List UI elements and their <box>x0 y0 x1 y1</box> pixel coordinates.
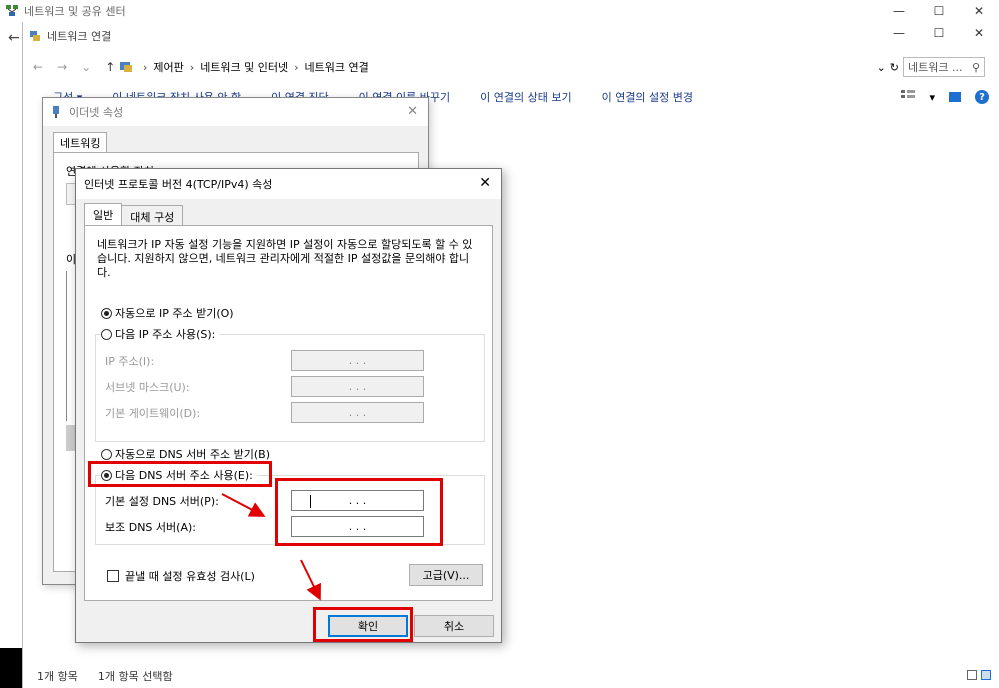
forward-nav-icon[interactable]: → <box>57 60 67 74</box>
ethernet-titlebar: 이더넷 속성 <box>43 98 428 126</box>
alternate-dns-label: 보조 DNS 서버(A): <box>105 520 196 534</box>
back-window-titlebar: 네트워크 및 공유 센터 <box>0 0 999 22</box>
refresh-icon[interactable]: ↻ <box>890 61 899 74</box>
explorer-titlebar: 네트워크 연결 <box>23 22 999 50</box>
back-window-title: 네트워크 및 공유 센터 <box>24 5 126 18</box>
validate-label: 끝낼 때 설정 유효성 검사(L) <box>125 570 255 583</box>
alternate-dns-row: 보조 DNS 서버(A): . . . <box>105 516 424 537</box>
preferred-dns-label: 기본 설정 DNS 서버(P): <box>105 494 219 508</box>
explorer-title: 네트워크 연결 <box>47 30 112 43</box>
ip-manual-radio[interactable]: 다음 IP 주소 사용(S): <box>101 326 220 342</box>
ip-address-field[interactable]: . . . <box>291 350 424 371</box>
view-status-button[interactable]: 이 연결의 상태 보기 <box>480 89 571 105</box>
maximize-button[interactable]: ☐ <box>919 0 959 22</box>
view-switcher <box>967 670 991 680</box>
default-gateway-row: 기본 게이트웨이(D): . . . <box>105 402 424 423</box>
breadcrumb-separator: › <box>294 60 299 74</box>
subnet-mask-field[interactable]: . . . <box>291 376 424 397</box>
dns-manual-radio[interactable]: 다음 DNS 서버 주소 사용(E): <box>101 467 257 483</box>
search-input[interactable]: 네트워크 ... ⚲ <box>903 57 985 77</box>
breadcrumb[interactable]: › 제어판 › 네트워크 및 인터넷 › 네트워크 연결 <box>119 59 877 75</box>
change-settings-button[interactable]: 이 연결의 설정 변경 <box>602 89 693 105</box>
back-arrow-icon[interactable]: ← <box>8 30 20 46</box>
ip-auto-radio-indicator[interactable] <box>101 307 112 319</box>
close-icon[interactable]: ✕ <box>479 175 491 191</box>
dns-manual-radio-indicator[interactable] <box>101 469 112 481</box>
close-button[interactable]: ✕ <box>959 0 999 22</box>
dns-auto-radio-indicator[interactable] <box>101 448 112 460</box>
breadcrumb-item-network-connections[interactable]: 네트워크 연결 <box>305 59 369 75</box>
ethernet-icon <box>51 106 63 118</box>
help-icon[interactable]: ? <box>975 90 989 104</box>
search-icon[interactable]: ⚲ <box>972 61 980 74</box>
ipv4-general-panel: 네트워크가 IP 자동 설정 기능을 지원하면 IP 설정이 자동으로 할당되도… <box>84 225 493 601</box>
up-nav-icon[interactable]: ↑ <box>105 60 115 74</box>
back-nav-icon[interactable]: ← <box>33 60 43 74</box>
tab-general[interactable]: 일반 <box>84 203 123 225</box>
selected-count: 1개 항목 선택함 <box>97 670 173 683</box>
large-icons-view-icon[interactable] <box>981 670 991 680</box>
view-dropdown-icon[interactable]: ▾ <box>929 91 935 104</box>
default-gateway-field[interactable]: . . . <box>291 402 424 423</box>
ip-address-row: IP 주소(I): . . . <box>105 350 424 371</box>
preferred-dns-field[interactable]: . . . <box>291 490 424 511</box>
preview-pane-icon[interactable] <box>949 92 961 102</box>
desktop-edge <box>0 648 22 688</box>
close-icon[interactable]: ✕ <box>407 104 418 119</box>
explorer-caption-buttons: — ☐ ✕ <box>879 22 999 44</box>
ipv4-properties-dialog: 인터넷 프로토콜 버전 4(TCP/IPv4) 속성 ✕ 일반 대체 구성 네트… <box>75 168 502 643</box>
minimize-button[interactable]: — <box>879 22 919 44</box>
ip-auto-label: 자동으로 IP 주소 받기(O) <box>115 307 234 320</box>
ipv4-title: 인터넷 프로토콜 버전 4(TCP/IPv4) 속성 <box>84 178 273 191</box>
dns-manual-label: 다음 DNS 서버 주소 사용(E): <box>115 469 253 482</box>
ip-address-label: IP 주소(I): <box>105 354 155 368</box>
address-dropdown-icon[interactable]: ⌄ <box>877 61 886 74</box>
breadcrumb-item-control-panel[interactable]: 제어판 <box>153 59 183 75</box>
description-text: 네트워크가 IP 자동 설정 기능을 지원하면 IP 설정이 자동으로 할당되도… <box>97 238 473 279</box>
minimize-button[interactable]: — <box>879 0 919 22</box>
details-view-icon[interactable] <box>967 670 977 680</box>
breadcrumb-separator: › <box>189 60 195 74</box>
view-options-icon[interactable] <box>901 89 916 105</box>
nav-arrows: ← → ⌄ ↑ <box>23 60 119 74</box>
ethernet-title: 이더넷 속성 <box>69 106 124 119</box>
address-row: ← → ⌄ ↑ › 제어판 › 네트워크 및 인터넷 › 네트워크 연결 ⌄ ↻… <box>23 54 999 80</box>
advanced-button[interactable]: 고급(V)... <box>409 564 483 586</box>
tab-networking[interactable]: 네트워킹 <box>53 132 108 152</box>
default-gateway-label: 기본 게이트웨이(D): <box>105 406 201 420</box>
breadcrumb-item-network-internet[interactable]: 네트워크 및 인터넷 <box>200 59 288 75</box>
back-window-caption-buttons: — ☐ ✕ <box>879 0 999 22</box>
status-bar: 1개 항목 1개 항목 선택함 <box>23 664 999 688</box>
network-connections-icon <box>29 30 41 42</box>
item-count: 1개 항목 <box>37 670 78 683</box>
subnet-mask-row: 서브넷 마스크(U): . . . <box>105 376 424 397</box>
preferred-dns-value: . . . <box>348 494 367 507</box>
ipv4-titlebar: 인터넷 프로토콜 버전 4(TCP/IPv4) 속성 <box>76 169 501 199</box>
recent-nav-icon[interactable]: ⌄ <box>81 60 91 74</box>
validate-checkbox[interactable]: 끝낼 때 설정 유효성 검사(L) <box>107 568 255 584</box>
dns-auto-radio[interactable]: 자동으로 DNS 서버 주소 받기(B) <box>101 446 270 462</box>
maximize-button[interactable]: ☐ <box>919 22 959 44</box>
cancel-button[interactable]: 취소 <box>414 615 494 637</box>
text-caret <box>310 495 311 508</box>
alternate-dns-field[interactable]: . . . <box>291 516 424 537</box>
validate-checkbox-box[interactable] <box>107 570 119 582</box>
address-right: ⌄ ↻ 네트워크 ... ⚲ <box>877 57 985 77</box>
search-placeholder: 네트워크 ... <box>908 61 963 74</box>
subnet-mask-label: 서브넷 마스크(U): <box>105 380 190 394</box>
command-bar-right: ▾ ? <box>901 86 989 108</box>
close-button[interactable]: ✕ <box>959 22 999 44</box>
breadcrumb-separator: › <box>143 60 148 74</box>
tab-alternate-configuration[interactable]: 대체 구성 <box>121 205 184 225</box>
preferred-dns-row: 기본 설정 DNS 서버(P): . . . <box>105 490 424 511</box>
ip-manual-radio-indicator[interactable] <box>101 328 112 340</box>
ok-button[interactable]: 확인 <box>328 615 408 637</box>
ip-auto-radio[interactable]: 자동으로 IP 주소 받기(O) <box>101 305 234 321</box>
ip-manual-label: 다음 IP 주소 사용(S): <box>115 328 216 341</box>
ipv4-tabs: 일반 대체 구성 <box>84 203 184 225</box>
network-icon <box>6 5 18 17</box>
control-panel-icon <box>119 61 132 73</box>
dns-auto-label: 자동으로 DNS 서버 주소 받기(B) <box>115 448 270 461</box>
